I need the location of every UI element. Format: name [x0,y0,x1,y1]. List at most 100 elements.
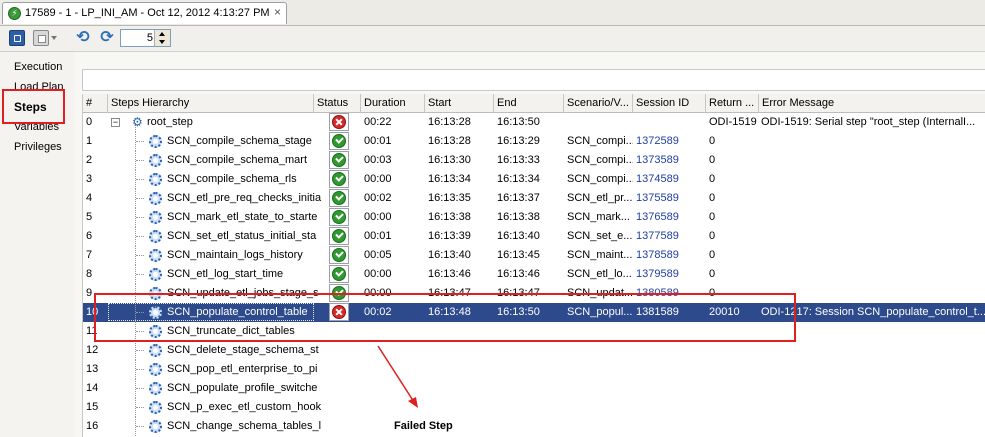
session-id-link[interactable]: 1373589 [636,151,704,170]
auto-refresh-icon[interactable]: ⟲ [74,29,92,47]
table-row[interactable]: 11 SCN_truncate_dict_tables [83,322,985,341]
scenario: SCN_etl_pr... [567,192,633,204]
spinner-up-button[interactable] [155,30,170,38]
row-number: 8 [86,268,93,280]
spinner-down-button[interactable] [155,38,170,46]
scenario: SCN_compi... [567,154,633,166]
column-header-return-code[interactable]: Return ... [706,94,759,113]
gear-icon [149,268,162,281]
table-row[interactable]: 2 SCN_compile_schema_mart 00:03 16:13:30 16:… [83,151,985,170]
tree-connector [136,369,144,370]
table-row[interactable]: 9 SCN_update_etl_jobs_stage_s 00:00 16:13:4… [83,284,985,303]
session-id-link[interactable]: 1381589 [636,303,704,322]
session-id-link[interactable]: 1379589 [636,265,704,284]
error-message [761,284,985,303]
start-time: 16:13:48 [428,306,471,318]
close-icon[interactable]: × [274,5,281,19]
duration [364,360,424,379]
duration: 00:02 [364,306,392,318]
start-time [428,360,494,379]
table-row[interactable]: 12 SCN_delete_stage_schema_st [83,341,985,360]
end-time: 16:13:50 [497,306,540,318]
gear-icon [149,211,162,224]
duration [364,398,424,417]
end-time: 16:13:37 [497,192,540,204]
tree-connector [136,293,144,294]
row-number: 2 [86,154,93,166]
collapse-icon[interactable]: − [111,118,120,127]
duration [364,341,424,360]
column-header-status[interactable]: Status [314,94,361,113]
table-row[interactable]: 7 SCN_maintain_logs_history 00:05 16:13:40 1… [83,246,985,265]
table-row[interactable]: 14 SCN_populate_profile_switche [83,379,985,398]
return-code: 0 [709,154,716,166]
session-id-link[interactable] [636,113,704,132]
row-number: 11 [86,325,98,337]
column-header-session-id[interactable]: Session ID [633,94,706,113]
session-id-link[interactable] [636,360,704,379]
table-row[interactable]: 15 SCN_p_exec_etl_custom_hook [83,398,985,417]
step-name: SCN_populate_control_table [167,306,308,318]
column-header-error-message[interactable]: Error Message [759,94,985,113]
refresh-interval-value[interactable]: 5 [147,32,153,44]
session-id-link[interactable]: 1380589 [636,284,704,303]
table-row[interactable]: 13 SCN_pop_etl_enterprise_to_pi [83,360,985,379]
tree-connector [136,141,144,142]
return-code: ODI-1519 [709,116,757,128]
steps-highlight-box [2,89,65,124]
column-header-end[interactable]: End [494,94,564,113]
table-row[interactable]: 16 SCN_change_schema_tables_l [83,417,985,436]
column-header-number[interactable]: # [83,94,108,113]
table-row[interactable]: 6 SCN_set_etl_status_initial_sta 00:01 16:1… [83,227,985,246]
error-message [761,360,985,379]
table-row[interactable]: 1 SCN_compile_schema_stage 00:01 16:13:28 16… [83,132,985,151]
session-id-link[interactable] [636,322,704,341]
tree-connector [136,350,144,351]
row-number: 7 [86,249,93,261]
stop-icon[interactable] [33,30,49,46]
session-tab[interactable]: ⚡ 17589 - 1 - LP_INI_AM - Oct 12, 2012 4… [2,2,287,24]
column-header-duration[interactable]: Duration [361,94,425,113]
gear-icon [149,173,162,186]
table-row[interactable]: 8 SCN_etl_log_start_time 00:00 16:13:46 16:1… [83,265,985,284]
chevron-down-icon[interactable] [51,36,57,40]
editor-tab-bar: ⚡ 17589 - 1 - LP_INI_AM - Oct 12, 2012 4… [0,0,985,26]
row-number: 15 [86,401,99,413]
nav-execution[interactable]: Execution [14,61,62,73]
x-circle-icon [332,115,346,129]
session-id-link[interactable] [636,398,704,417]
table-row[interactable]: − ⚙ 0 root_step 00:22 16:13:28 16:13:50 ODI-151… [83,113,985,132]
tree-connector [136,217,144,218]
session-id-link[interactable] [636,417,704,436]
session-id-link[interactable]: 1376589 [636,208,704,227]
return-code [709,417,759,436]
row-number: 1 [86,135,93,147]
return-code [709,341,759,360]
auto-refresh-interval-icon[interactable]: ⟳ [98,29,116,47]
refresh-interval-spinner[interactable]: 5 [120,29,171,47]
error-message [761,170,985,189]
table-row[interactable]: 5 SCN_mark_etl_state_to_starte 00:00 16:13:… [83,208,985,227]
session-id-link[interactable]: 1377589 [636,227,704,246]
session-id-link[interactable]: 1378589 [636,246,704,265]
column-header-start[interactable]: Start [425,94,494,113]
duration: 00:01 [364,135,392,147]
session-id-link[interactable]: 1374589 [636,170,704,189]
end-time [497,379,563,398]
column-header-scenario[interactable]: Scenario/V... [564,94,633,113]
row-number: 14 [86,382,99,394]
duration: 00:01 [364,230,392,242]
session-id-link[interactable]: 1375589 [636,189,704,208]
session-id-link[interactable]: 1372589 [636,132,704,151]
scenario [567,398,633,417]
serial-step-icon: ⚙ [132,115,143,129]
session-id-link[interactable] [636,379,704,398]
table-row[interactable]: 4 SCN_etl_pre_req_checks_initia 00:02 16:13… [83,189,985,208]
column-header-steps-hierarchy[interactable]: Steps Hierarchy [108,94,314,113]
nav-privileges[interactable]: Privileges [14,141,62,153]
gear-icon [149,363,162,376]
table-row[interactable]: 3 SCN_compile_schema_rls 00:00 16:13:34 16:1… [83,170,985,189]
table-row[interactable]: 10 SCN_populate_control_table 00:02 16:13:4… [83,303,985,322]
refresh-icon[interactable] [9,30,25,46]
session-id-link[interactable] [636,341,704,360]
